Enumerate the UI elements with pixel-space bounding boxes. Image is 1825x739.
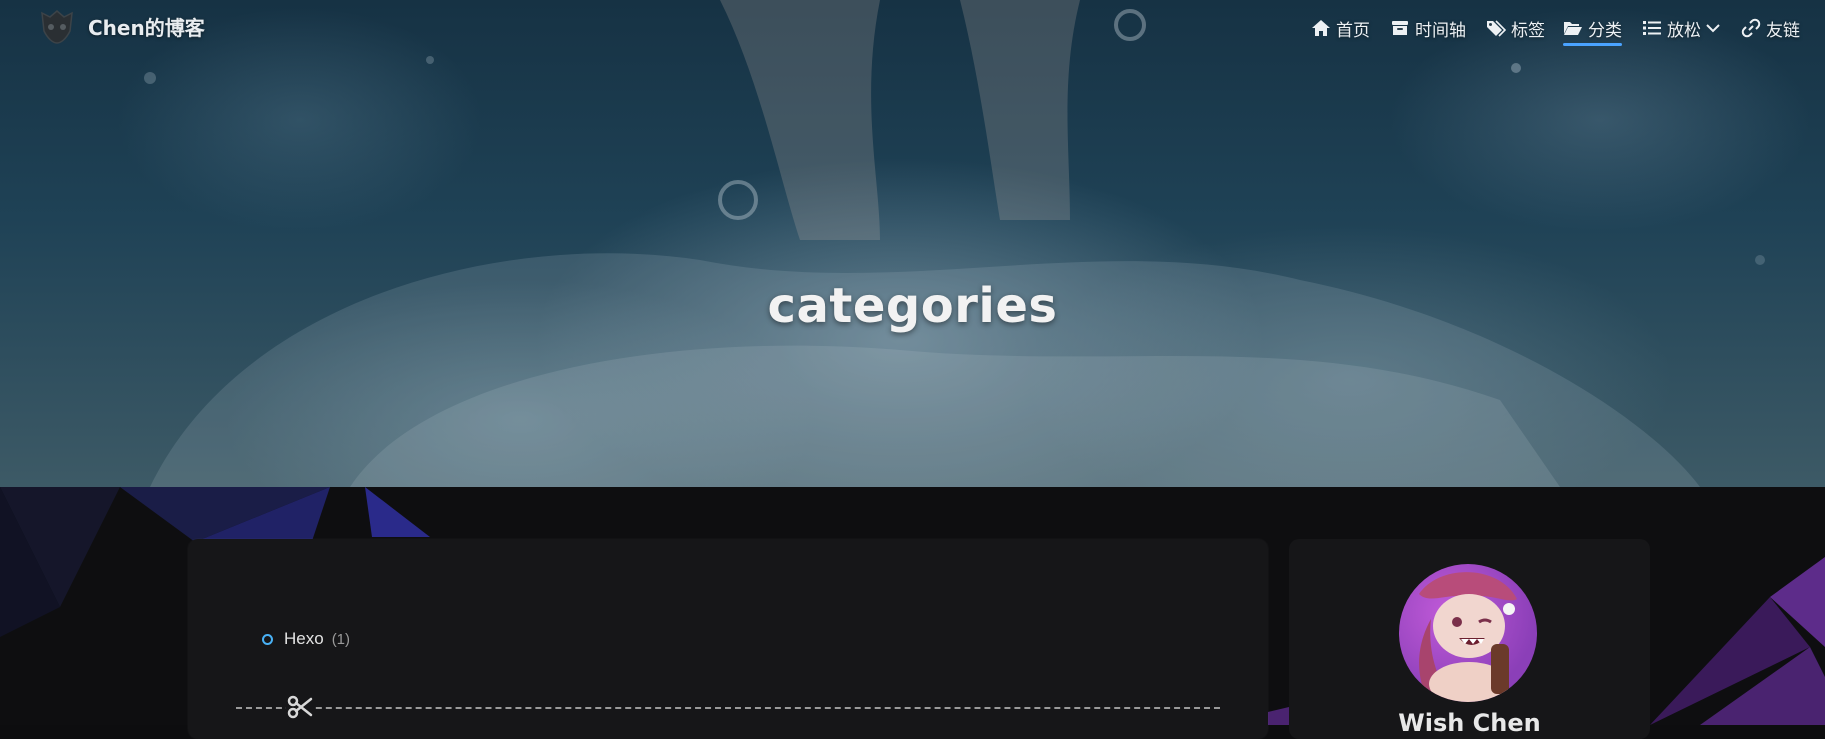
- bullet-icon: [262, 633, 273, 645]
- archive-icon: [1392, 21, 1408, 35]
- brand-logo-icon: [41, 10, 73, 44]
- site-brand[interactable]: Chen的博客: [36, 6, 205, 46]
- folder-open-icon: [1564, 22, 1582, 35]
- scissors-icon: [286, 693, 314, 721]
- nav-item-timeline[interactable]: 时间轴: [1390, 10, 1466, 46]
- nav-item-links[interactable]: 友链: [1741, 10, 1800, 46]
- category-name[interactable]: Hexo: [284, 629, 324, 649]
- category-count: (1): [331, 630, 351, 648]
- page-title: categories: [767, 278, 1058, 335]
- category-item-hexo[interactable]: Hexo (1): [262, 629, 350, 649]
- link-icon: [1741, 18, 1761, 38]
- list-icon: [1643, 21, 1661, 35]
- author-card: Wish Chen: [1289, 539, 1650, 739]
- avatar-illustration: [1419, 572, 1517, 702]
- hero-banner: Chen的博客 首页 时间轴 标签 分类 放松 友链 categories: [0, 0, 1825, 487]
- nav-item-label: 标签: [1511, 20, 1545, 41]
- main-nav: 首页 时间轴 标签 分类 放松 友链: [1311, 10, 1825, 46]
- nav-item-label: 首页: [1336, 20, 1370, 41]
- author-name: Wish Chen: [1398, 709, 1541, 737]
- home-icon: [1312, 20, 1330, 36]
- author-avatar[interactable]: [1399, 564, 1537, 702]
- nav-item-home[interactable]: 首页: [1311, 10, 1370, 46]
- nav-item-tags[interactable]: 标签: [1486, 10, 1545, 46]
- nav-item-relax[interactable]: 放松: [1642, 10, 1721, 46]
- category-list: Hexo (1): [262, 629, 350, 649]
- dashed-divider: [236, 707, 1220, 709]
- tags-icon: [1487, 20, 1506, 37]
- nav-item-label: 时间轴: [1415, 20, 1466, 41]
- category-card: Hexo (1): [188, 539, 1268, 739]
- nav-item-label: 友链: [1766, 20, 1800, 41]
- nav-item-categories[interactable]: 分类: [1563, 10, 1622, 46]
- nav-item-label: 分类: [1588, 20, 1622, 41]
- hero-background-art: [144, 0, 1765, 487]
- chevron-down-icon: [1706, 24, 1720, 33]
- brand-name[interactable]: Chen的博客: [88, 12, 205, 41]
- nav-item-label: 放松: [1667, 20, 1701, 41]
